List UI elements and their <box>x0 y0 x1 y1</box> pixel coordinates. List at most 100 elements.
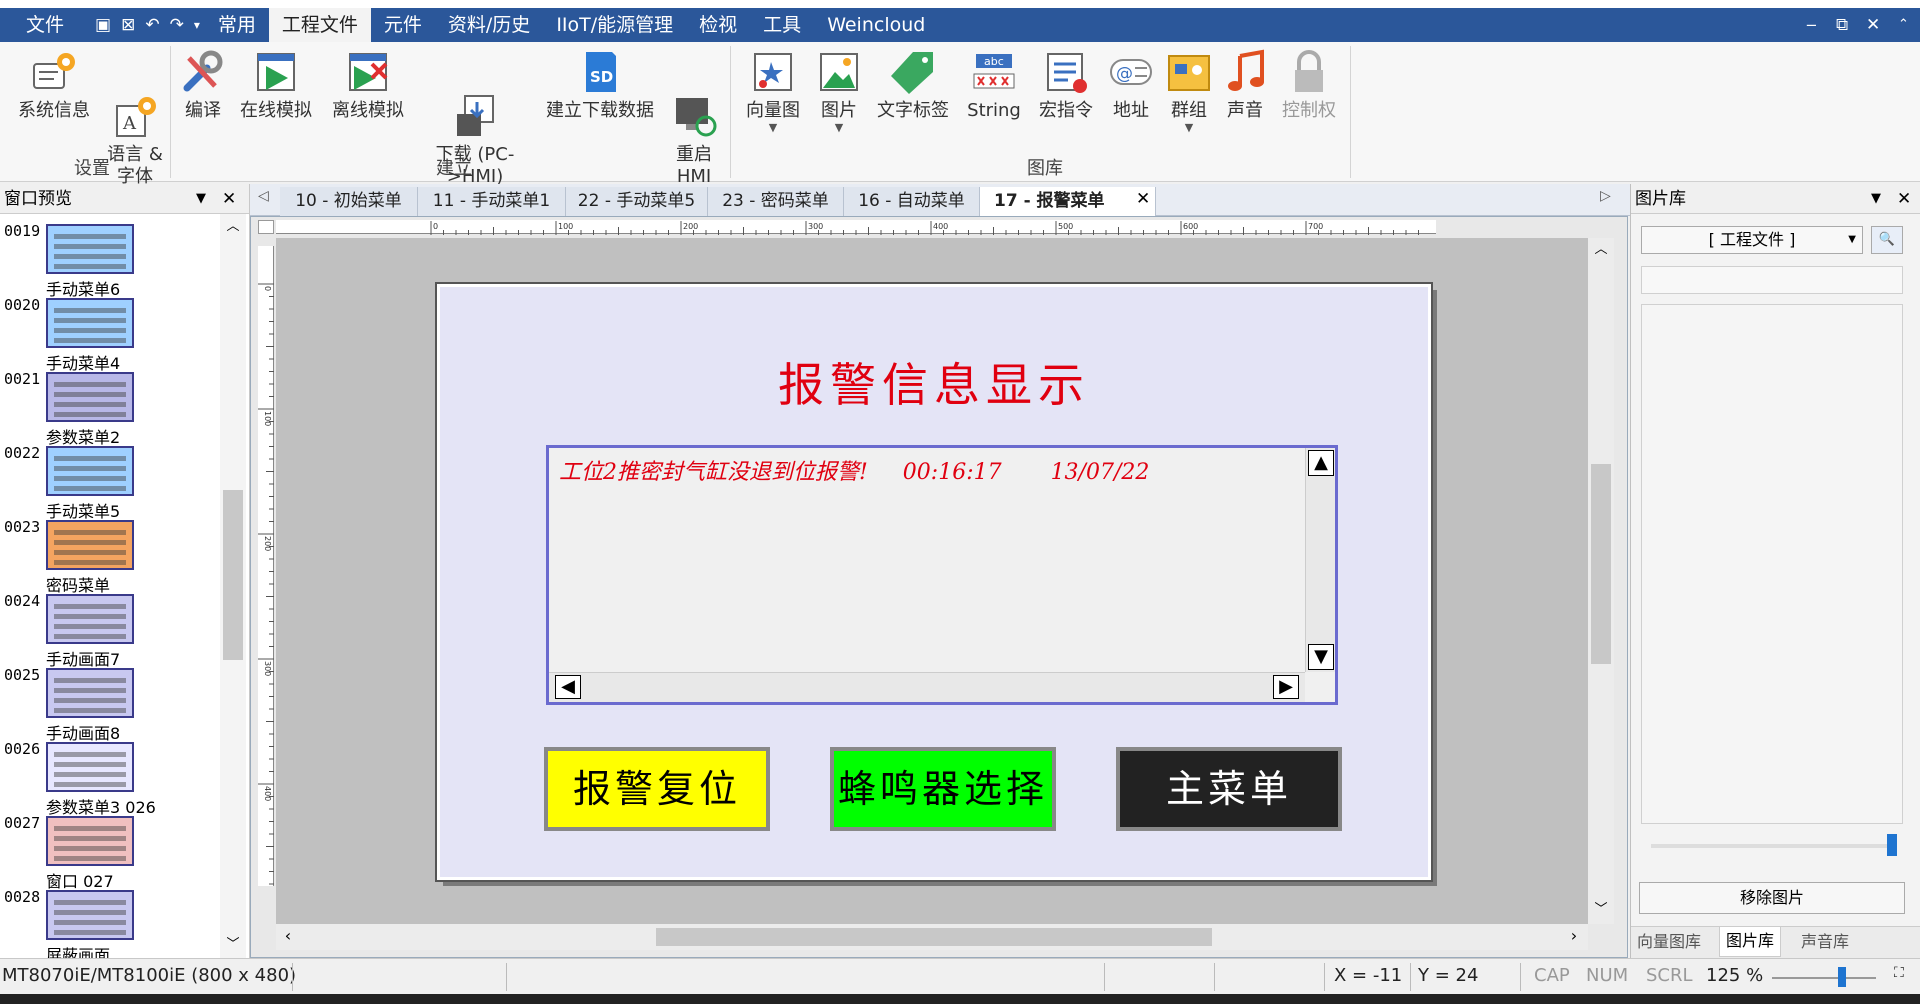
canvas-hscrollbar[interactable]: ‹ › <box>276 924 1588 950</box>
vector-dropdown-icon[interactable]: ▼ <box>740 122 806 134</box>
buzzer-select-button[interactable]: 蜂鸣器选择 <box>830 747 1056 831</box>
list-item[interactable]: 0024 手动画面7 <box>0 592 220 669</box>
menu-file[interactable]: 文件 <box>0 8 90 42</box>
window-number: 0024 <box>4 592 41 610</box>
tab-document[interactable]: 17 - 报警菜单 <box>980 187 1156 216</box>
alarm-hscrollbar[interactable]: ◀ ▶ <box>549 672 1305 702</box>
redo-icon[interactable]: ↷ <box>165 15 189 35</box>
online-sim-icon <box>252 48 300 96</box>
picture-panel-close-icon[interactable]: ✕ <box>1897 184 1911 214</box>
menu-tab-iiot[interactable]: IIoT/能源管理 <box>543 8 686 42</box>
preview-scrollbar[interactable]: ︿ ﹀ <box>220 214 246 958</box>
menu-tab-project[interactable]: 工程文件 <box>268 8 371 42</box>
canvas-scroll-up-icon[interactable]: ︿ <box>1588 238 1614 262</box>
list-item[interactable]: 0023 密码菜单 <box>0 518 220 595</box>
menu-tab-view[interactable]: 检视 <box>686 8 750 42</box>
list-item[interactable]: 0021 参数菜单2 <box>0 370 220 447</box>
fit-screen-icon[interactable]: ⛶ <box>1894 965 1904 981</box>
document-tab-bar: ◁ 10 - 初始菜单 11 - 手动菜单1 22 - 手动菜单5 23 - 密码菜单… <box>250 184 1630 216</box>
library-filter-field[interactable] <box>1641 266 1903 294</box>
canvas-scroll-left-icon[interactable]: ‹ <box>276 924 300 950</box>
sound-button[interactable]: 声音 <box>1222 48 1268 122</box>
sysinfo-button[interactable]: 系统信息 <box>14 48 94 122</box>
close-file-icon[interactable]: ⊠ <box>116 15 140 35</box>
alarm-vscrollbar[interactable]: ▲ ▼ <box>1305 448 1335 672</box>
thumbnail-detail <box>54 752 126 757</box>
canvas-vscrollbar[interactable]: ︿ ﹀ <box>1588 238 1614 924</box>
alarm-scroll-right-icon[interactable]: ▶ <box>1273 675 1299 699</box>
picture-dropdown-icon[interactable]: ▼ <box>814 122 864 134</box>
canvas-scroll-down-icon[interactable]: ﹀ <box>1588 898 1614 922</box>
picture-button[interactable]: 图片 ▼ <box>814 48 864 134</box>
online-sim-button[interactable]: 在线模拟 <box>236 48 316 122</box>
picture-panel-dropdown-icon[interactable]: ▼ <box>1871 184 1881 214</box>
menu-tab-tools[interactable]: 工具 <box>750 8 814 42</box>
canvas-scroll-right-icon[interactable]: › <box>1562 924 1586 950</box>
menu-tab-common[interactable]: 常用 <box>205 8 269 42</box>
vector-button[interactable]: 向量图 ▼ <box>740 48 806 134</box>
offline-sim-button[interactable]: 离线模拟 <box>328 48 408 122</box>
text-tag-button[interactable]: 文字标签 <box>874 48 952 122</box>
hmi-screen[interactable]: 报警信息显示 工位2推密封气缸没退到位报警! 00:16:17 13/07/22… <box>435 282 1433 882</box>
group-dropdown-icon[interactable]: ▼ <box>1164 122 1214 134</box>
alarm-scroll-down-icon[interactable]: ▼ <box>1308 644 1334 670</box>
alarm-scroll-up-icon[interactable]: ▲ <box>1308 450 1334 476</box>
macro-button[interactable]: 宏指令 <box>1036 48 1096 122</box>
tab-document[interactable]: 16 - 自动菜单 <box>844 187 980 216</box>
library-thumbnail-area[interactable] <box>1641 304 1903 824</box>
list-item[interactable]: 0026 参数菜单3 026 <box>0 740 220 817</box>
thumbnail-detail <box>54 826 126 831</box>
main-menu-button[interactable]: 主菜单 <box>1116 747 1342 831</box>
ribbon-collapse-icon[interactable]: ⌃ <box>1898 8 1909 42</box>
panel-close-icon[interactable]: ✕ <box>222 184 236 214</box>
canvas-vscroll-thumb[interactable] <box>1591 464 1611 664</box>
list-item[interactable]: 0025 手动画面8 <box>0 666 220 743</box>
library-search-icon[interactable]: 🔍 <box>1871 226 1903 254</box>
tab-document[interactable]: 22 - 手动菜单5 <box>566 187 708 216</box>
tab-scroll-right-icon[interactable]: ▷ <box>1600 188 1611 204</box>
zoom-slider-track[interactable] <box>1772 977 1876 979</box>
build-download-data-button[interactable]: SD 建立下载数据 <box>540 48 660 122</box>
minimize-icon[interactable]: ‒ <box>1806 8 1817 42</box>
list-item[interactable]: 0022 手动菜单5 <box>0 444 220 521</box>
remove-picture-button[interactable]: 移除图片 <box>1639 882 1905 914</box>
thumbnail-size-slider-handle[interactable] <box>1887 834 1897 856</box>
control-button[interactable]: 控制权 <box>1278 48 1340 122</box>
scroll-down-icon[interactable]: ﹀ <box>220 932 246 958</box>
scroll-up-icon[interactable]: ︿ <box>220 214 246 240</box>
canvas-hscroll-thumb[interactable] <box>656 928 1212 946</box>
library-source-select[interactable]: [ 工程文件 ] ▼ <box>1641 226 1863 254</box>
group-button[interactable]: 群组 ▼ <box>1164 48 1214 134</box>
scroll-thumb[interactable] <box>223 490 243 660</box>
undo-icon[interactable]: ↶ <box>140 15 164 35</box>
tab-vector-library[interactable]: 向量图库 <box>1637 929 1701 955</box>
list-item[interactable]: 0027 窗口 027 <box>0 814 220 891</box>
tab-picture-library[interactable]: 图片库 <box>1719 927 1782 957</box>
address-button[interactable]: @ 地址 <box>1106 48 1156 122</box>
tab-document[interactable]: 23 - 密码菜单 <box>708 187 844 216</box>
alarm-display[interactable]: 工位2推密封气缸没退到位报警! 00:16:17 13/07/22 ▲ ▼ ◀ … <box>546 445 1338 705</box>
alarm-reset-button[interactable]: 报警复位 <box>544 747 770 831</box>
tab-document[interactable]: 10 - 初始菜单 <box>280 187 418 216</box>
list-item[interactable]: 0028 屏蔽画面 <box>0 888 220 965</box>
menu-tab-objects[interactable]: 元件 <box>371 8 435 42</box>
string-button[interactable]: abc String <box>964 48 1024 122</box>
tab-sound-library[interactable]: 声音库 <box>1801 929 1849 955</box>
qat-dropdown-icon[interactable]: ▾ <box>189 18 205 32</box>
zoom-slider-handle[interactable] <box>1838 967 1846 987</box>
menu-tab-weincloud[interactable]: Weincloud <box>814 8 938 42</box>
restore-icon[interactable]: ⧉ <box>1836 8 1848 42</box>
alarm-scroll-left-icon[interactable]: ◀ <box>555 675 581 699</box>
tab-close-icon[interactable]: ✕ <box>1136 189 1150 209</box>
tab-document[interactable]: 11 - 手动菜单1 <box>418 187 566 216</box>
compile-button[interactable]: 编译 <box>178 48 228 122</box>
close-icon[interactable]: ✕ <box>1866 8 1880 42</box>
list-item[interactable]: 0020 手动菜单4 <box>0 296 220 373</box>
menu-tab-data-history[interactable]: 资料/历史 <box>435 8 543 42</box>
tab-scroll-left-icon[interactable]: ◁ <box>258 188 269 204</box>
thumbnail-size-slider-track[interactable] <box>1651 844 1891 848</box>
screen-title[interactable]: 报警信息显示 <box>440 349 1428 415</box>
save-icon[interactable]: ▣ <box>90 15 116 35</box>
panel-dropdown-icon[interactable]: ▼ <box>196 184 206 214</box>
list-item[interactable]: 0019 手动菜单6 <box>0 222 220 299</box>
